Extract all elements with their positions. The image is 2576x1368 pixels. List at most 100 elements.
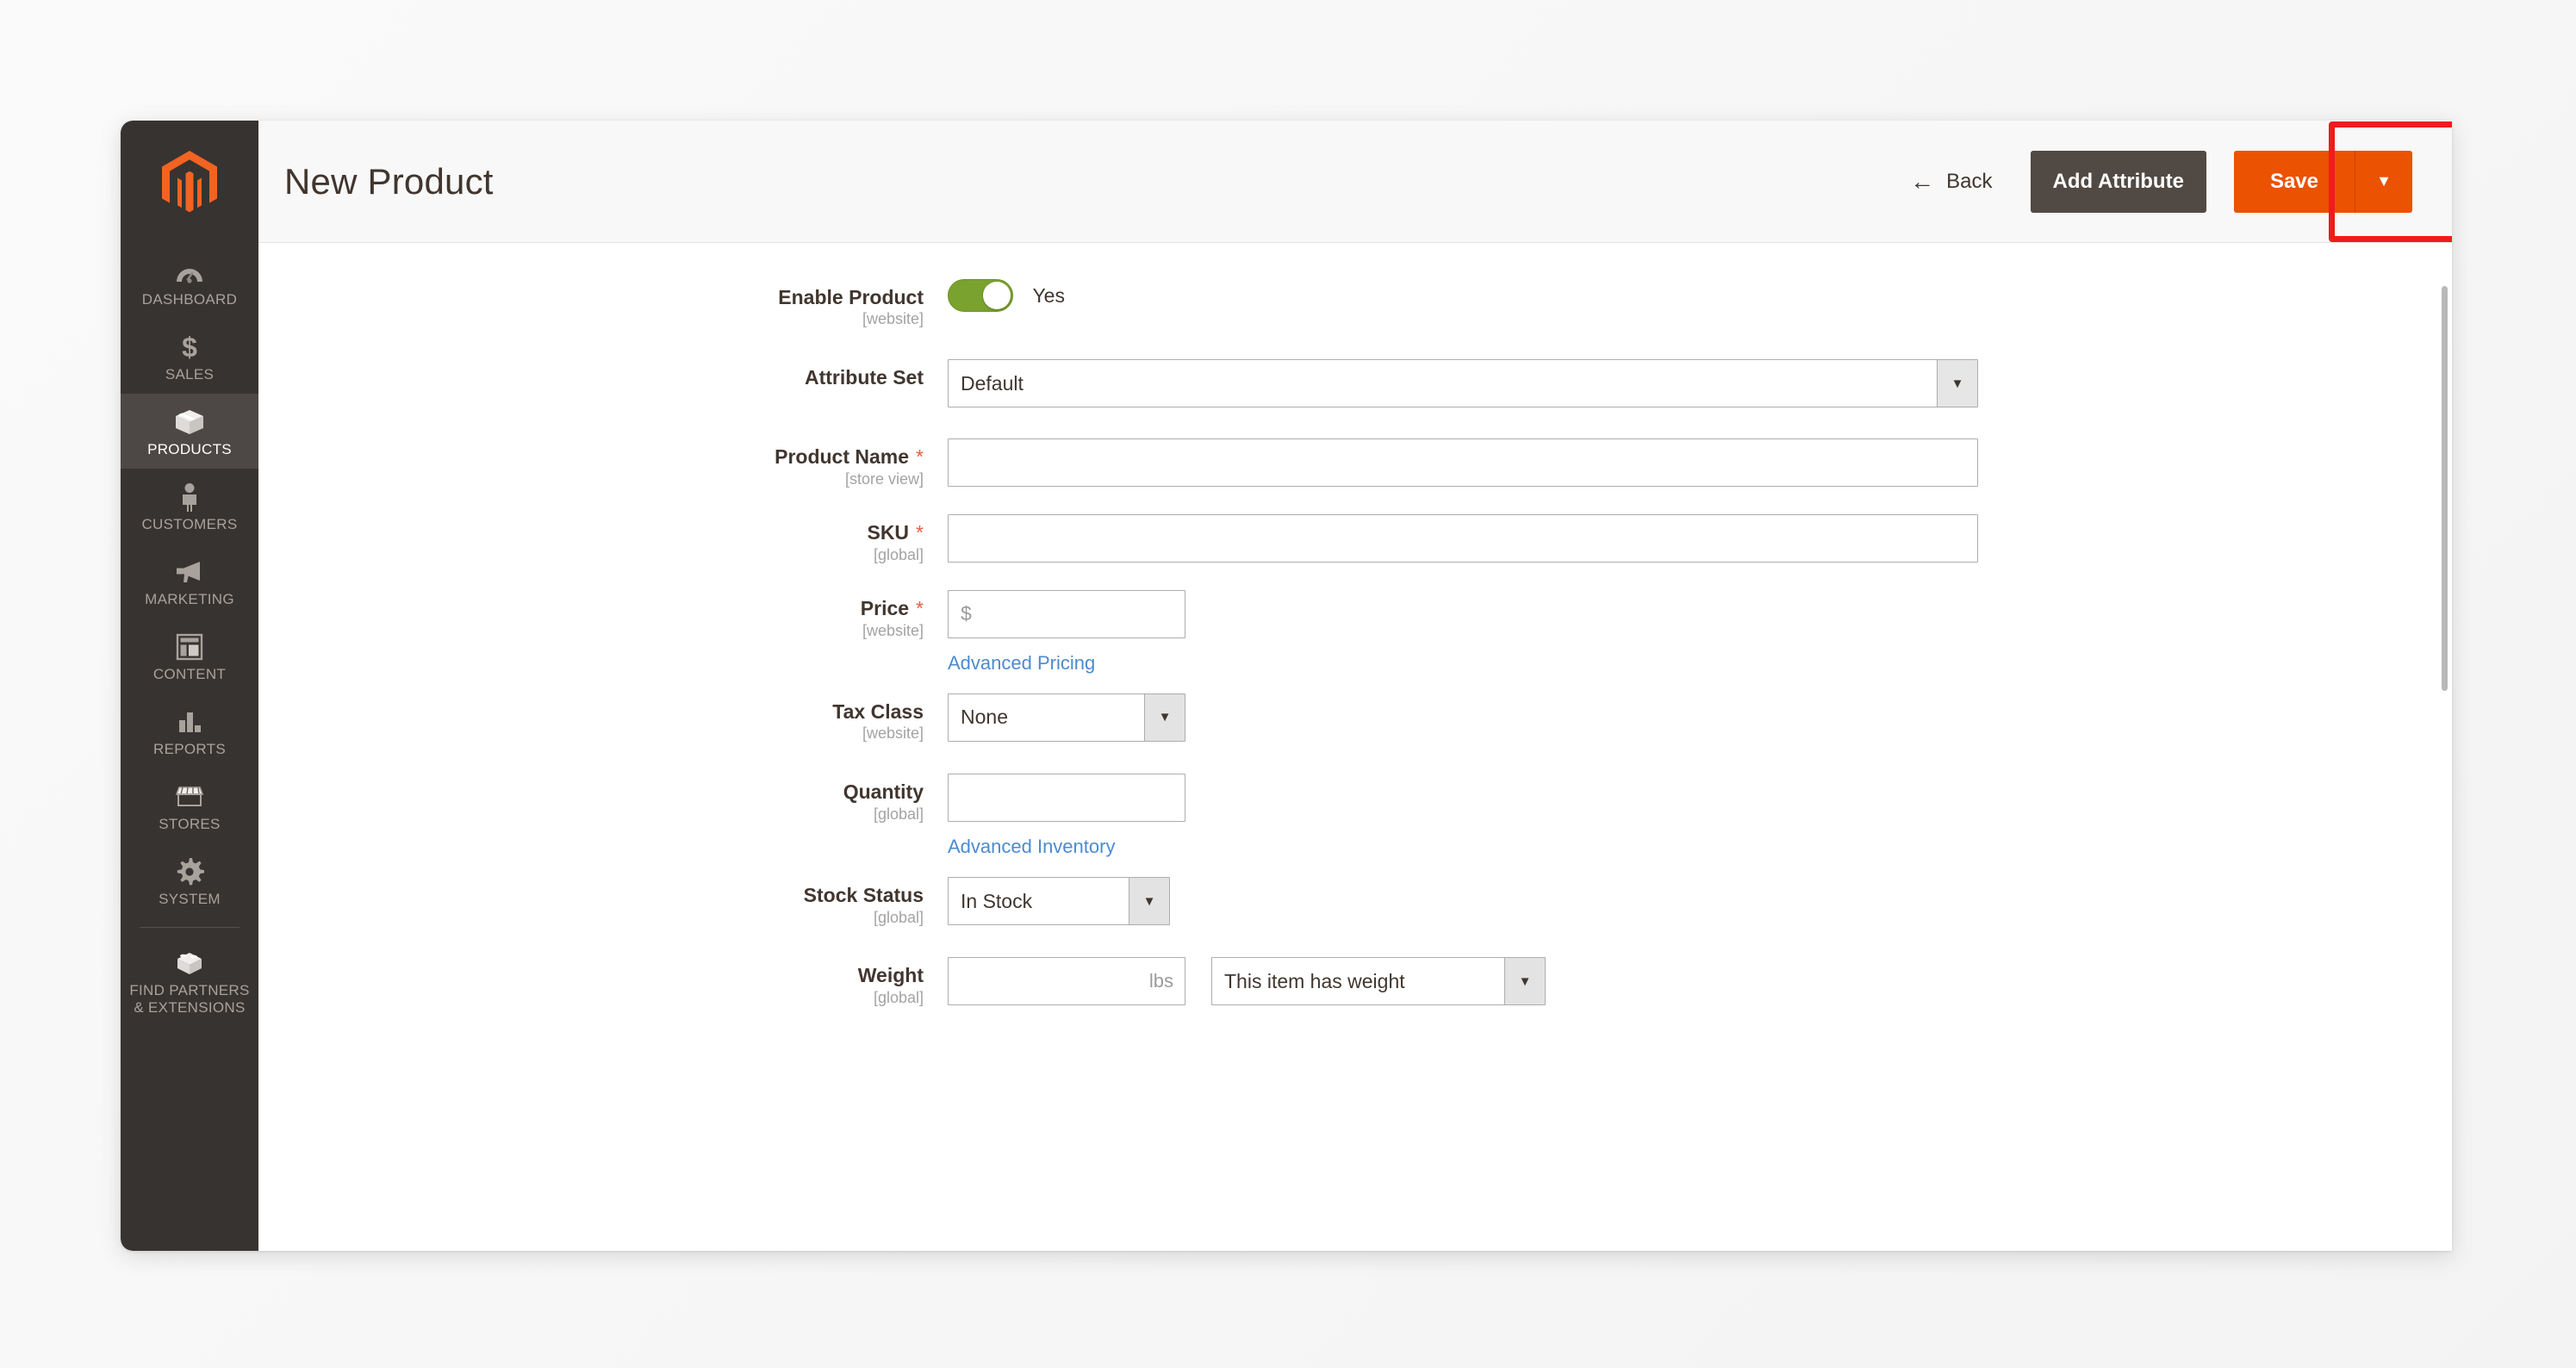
sku-input[interactable]	[948, 514, 1978, 563]
field-label-col: Product Name * [store view]	[258, 438, 939, 488]
field-scope: [global]	[873, 988, 924, 1006]
field-weight: Weight [global] lbs This item has weight…	[258, 957, 2452, 1006]
sidebar-item-products[interactable]: PRODUCTS	[121, 394, 258, 469]
field-tax-class: Tax Class [website] None ▼	[258, 693, 2452, 743]
field-label: Quantity	[843, 780, 924, 804]
sidebar-item-label: MARKETING	[145, 591, 234, 607]
field-control-col: Advanced Pricing	[939, 589, 2452, 675]
field-control-col	[939, 438, 2452, 488]
field-scope: [global]	[873, 546, 924, 564]
admin-sidebar: DASHBOARD $ SALES PRODUCTS CUSTOMERS MAR…	[121, 121, 258, 1251]
enable-product-toggle-value: Yes	[1032, 283, 1065, 307]
extension-box-icon	[124, 947, 255, 979]
weight-input[interactable]	[948, 957, 1185, 1006]
layout-page-icon	[124, 631, 255, 663]
bar-chart-icon	[124, 706, 255, 738]
weight-input-wrapper: lbs	[948, 957, 1185, 1006]
chevron-down-icon: ▼	[1504, 958, 1545, 1005]
page-header: New Product ← Back Add Attribute Save ▼	[258, 121, 2452, 243]
megaphone-icon	[124, 556, 255, 588]
field-label-col: Tax Class [website]	[258, 693, 939, 743]
sidebar-item-system[interactable]: SYSTEM	[121, 843, 258, 918]
required-marker: *	[916, 445, 924, 469]
advanced-pricing-link[interactable]: Advanced Pricing	[948, 652, 1095, 675]
field-quantity: Quantity [global] Advanced Inventory	[258, 774, 2452, 858]
sidebar-item-customers[interactable]: CUSTOMERS	[121, 469, 258, 544]
back-button[interactable]: ← Back	[1910, 167, 1992, 195]
field-scope: [website]	[862, 310, 924, 328]
sidebar-item-label: DASHBOARD	[141, 291, 238, 308]
has-weight-value: This item has weight	[1224, 969, 1405, 992]
field-attribute-set: Attribute Set Default ▼	[258, 359, 2452, 408]
sidebar-item-dashboard[interactable]: DASHBOARD	[121, 244, 258, 319]
field-stock-status: Stock Status [global] In Stock ▼	[258, 877, 2452, 926]
field-enable-product: Enable Product [website] Yes	[258, 279, 2452, 328]
sidebar-item-marketing[interactable]: MARKETING	[121, 544, 258, 619]
field-scope: [global]	[873, 908, 924, 926]
stock-status-value: In Stock	[961, 889, 1033, 912]
field-label-col: Weight [global]	[258, 957, 939, 1006]
sidebar-item-stores[interactable]: STORES	[121, 768, 258, 843]
chevron-down-icon: ▼	[1144, 693, 1185, 741]
svg-text:$: $	[182, 333, 197, 362]
advanced-inventory-link[interactable]: Advanced Inventory	[948, 836, 1115, 858]
sidebar-item-label: CUSTOMERS	[141, 516, 238, 532]
sidebar-item-label: REPORTS	[153, 741, 226, 757]
sidebar-item-label: STORES	[159, 816, 221, 832]
save-dropdown-toggle[interactable]: ▼	[2355, 150, 2412, 213]
field-control-col: Default ▼	[939, 359, 2452, 408]
field-sku: SKU * [global]	[258, 514, 2452, 564]
sidebar-item-find-partners-extensions[interactable]: FIND PARTNERS & EXTENSIONS	[121, 935, 258, 1027]
attribute-set-value: Default	[961, 371, 1024, 395]
field-label: Enable Product	[778, 286, 924, 308]
field-label: SKU	[867, 521, 910, 544]
field-label-col: Attribute Set	[258, 359, 939, 389]
sidebar-divider	[140, 927, 240, 928]
header-actions: ← Back Add Attribute Save ▼	[1910, 150, 2412, 213]
magento-logo[interactable]	[121, 121, 258, 244]
page-root: DASHBOARD $ SALES PRODUCTS CUSTOMERS MAR…	[0, 0, 2576, 1368]
stock-status-select[interactable]: In Stock ▼	[948, 877, 1170, 926]
save-button[interactable]: Save	[2233, 150, 2355, 213]
page-title: New Product	[284, 160, 494, 202]
tax-class-select[interactable]: None ▼	[948, 693, 1185, 742]
field-product-name: Product Name * [store view]	[258, 438, 2452, 488]
attribute-set-select[interactable]: Default ▼	[948, 359, 1978, 408]
magento-logo-icon	[162, 150, 217, 212]
field-price: Price * [website] Advanced Pricing	[258, 589, 2452, 675]
chevron-down-icon: ▼	[1937, 360, 1977, 407]
sidebar-item-sales[interactable]: $ SALES	[121, 319, 258, 394]
dashboard-gauge-icon	[124, 256, 255, 289]
field-scope: [website]	[862, 724, 924, 743]
sidebar-item-label: PRODUCTS	[147, 441, 232, 457]
field-label-col: SKU * [global]	[258, 514, 939, 564]
sidebar-item-reports[interactable]: REPORTS	[121, 693, 258, 768]
field-label: Weight	[857, 964, 924, 987]
sidebar-item-content[interactable]: CONTENT	[121, 619, 258, 693]
quantity-input[interactable]	[948, 774, 1185, 823]
sidebar-item-label: FIND PARTNERS & EXTENSIONS	[129, 982, 250, 1016]
field-control-col: Advanced Inventory	[939, 774, 2452, 858]
arrow-left-icon: ←	[1910, 167, 1935, 195]
field-label: Product Name	[775, 445, 910, 469]
price-input[interactable]	[948, 589, 1185, 638]
sidebar-item-label: SALES	[165, 366, 215, 382]
field-label-col: Quantity [global]	[258, 774, 939, 823]
field-label: Tax Class	[832, 700, 924, 723]
field-label-col: Price * [website]	[258, 590, 939, 640]
vertical-scrollbar-track[interactable]	[2442, 286, 2448, 1251]
box-icon	[124, 406, 255, 438]
field-control-col: None ▼	[939, 693, 2452, 742]
add-attribute-button[interactable]: Add Attribute	[2030, 150, 2206, 213]
tax-class-value: None	[961, 706, 1008, 729]
field-control-col	[939, 514, 2452, 563]
vertical-scrollbar-thumb[interactable]	[2442, 286, 2448, 691]
product-name-input[interactable]	[948, 438, 1978, 488]
enable-product-toggle[interactable]	[948, 279, 1013, 312]
has-weight-select[interactable]: This item has weight ▼	[1211, 957, 1546, 1006]
